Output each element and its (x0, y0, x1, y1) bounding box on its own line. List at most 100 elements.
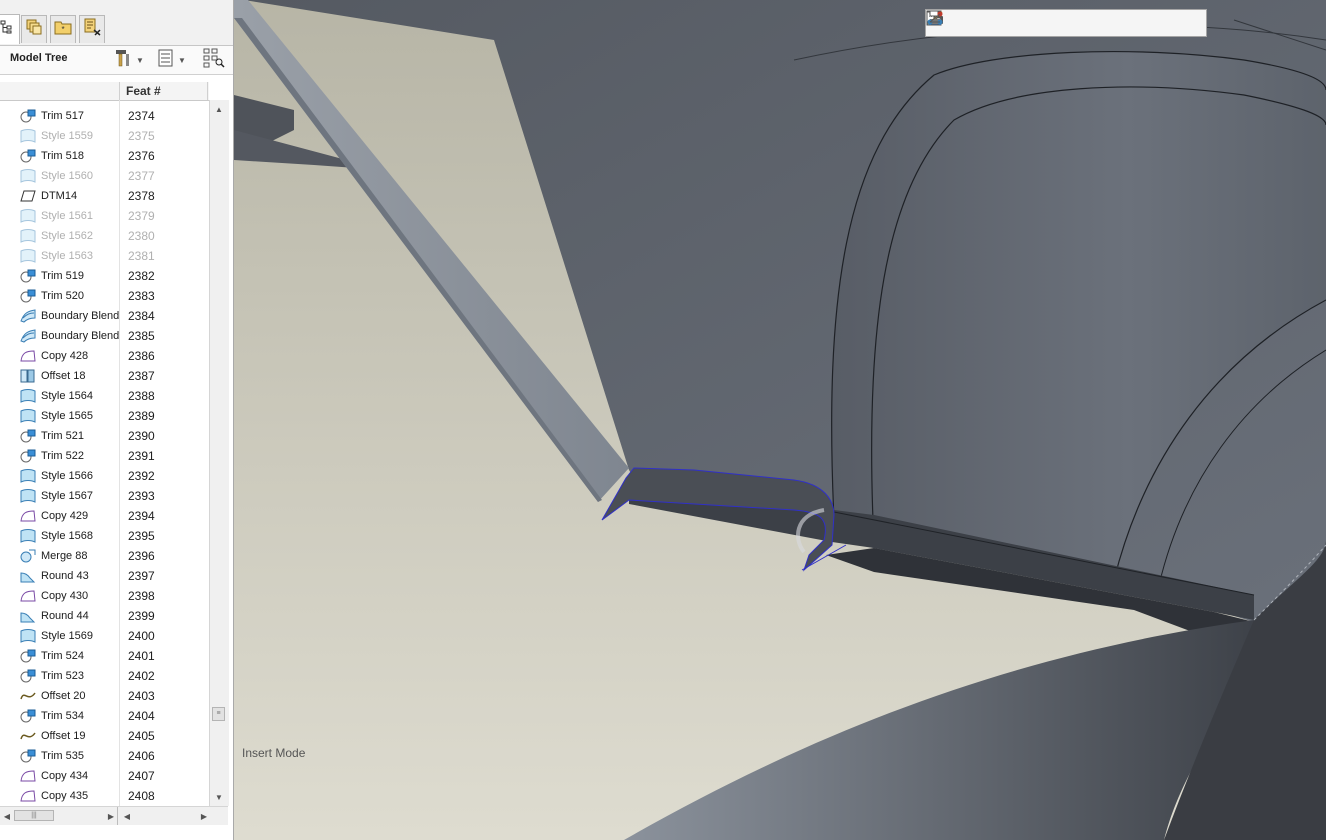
tree-row[interactable]: Trim 534 2404 (0, 706, 209, 726)
scroll-down-button[interactable]: ▼ (211, 789, 227, 805)
tree-row[interactable]: Style 1559 2375 (0, 126, 209, 146)
vertical-scroll-thumb[interactable]: ≡ (212, 707, 225, 721)
tree-row[interactable]: Style 1564 2388 (0, 386, 209, 406)
feature-name: Style 1561 (41, 210, 93, 222)
tree-row[interactable]: Trim 518 2376 (0, 146, 209, 166)
feature-number: 2383 (128, 289, 155, 303)
show-dropdown-button[interactable]: ▼ (158, 49, 186, 71)
tree-row[interactable]: Trim 519 2382 (0, 266, 209, 286)
offset-surface-icon (20, 369, 36, 383)
feature-number: 2375 (128, 129, 155, 143)
feature-number: 2386 (128, 349, 155, 363)
feature-number: 2374 (128, 109, 155, 123)
scroll-left-button-2[interactable]: ◀ (120, 809, 134, 823)
tree-row[interactable]: Style 1561 2379 (0, 206, 209, 226)
zoom-in-button[interactable] (927, 11, 980, 34)
tree-row[interactable]: Offset 18 2387 (0, 366, 209, 386)
tree-row[interactable]: Trim 517 2374 (0, 106, 209, 126)
model-tree-rows: Trim 517 2374 Style 1559 2375 Trim 518 2376 St… (0, 106, 209, 806)
scroll-left-button[interactable]: ◀ (0, 809, 14, 823)
tree-row[interactable]: Style 1565 2389 (0, 406, 209, 426)
feature-name: DTM14 (41, 190, 78, 202)
feature-number: 2393 (128, 489, 155, 503)
feature-name: Copy 429 (41, 510, 89, 522)
tree-row[interactable]: Style 1562 2380 (0, 226, 209, 246)
tree-row[interactable]: Copy 429 2394 (0, 506, 209, 526)
tab-layers[interactable] (21, 15, 47, 43)
tree-row[interactable]: Merge 88 2396 (0, 546, 209, 566)
tree-row[interactable]: Trim 535 2406 (0, 746, 209, 766)
tree-row[interactable]: Trim 523 2402 (0, 666, 209, 686)
model-surface-view[interactable] (234, 0, 1326, 840)
tab-model-tree[interactable] (0, 14, 20, 44)
round-icon (20, 609, 36, 623)
tree-row[interactable]: Style 1560 2377 (0, 166, 209, 186)
feature-number: 2392 (128, 469, 155, 483)
feature-name: Copy 435 (41, 790, 89, 802)
feature-name: Offset 19 (41, 730, 86, 742)
trim-icon (20, 149, 36, 163)
tree-row[interactable]: Trim 520 2383 (0, 286, 209, 306)
repaint-button[interactable] (926, 10, 1034, 34)
graphics-window[interactable]: x (234, 0, 1326, 840)
feature-name: Style 1565 (41, 410, 93, 422)
tree-row[interactable]: Style 1569 2400 (0, 626, 209, 646)
column-divider (207, 82, 208, 100)
tree-row[interactable]: Boundary Blend 2384 (0, 306, 209, 326)
display-style-button[interactable] (927, 11, 1061, 34)
feature-name: Style 1559 (41, 130, 93, 142)
settings-dropdown-button[interactable]: ▼ (114, 49, 144, 71)
zoom-out-button[interactable] (927, 11, 1007, 34)
list-show-icon (158, 49, 174, 72)
feature-name: Style 1560 (41, 170, 93, 182)
feature-number: 2406 (128, 749, 155, 763)
feature-name: Style 1566 (41, 470, 93, 482)
tree-row[interactable]: Boundary Blend 2385 (0, 326, 209, 346)
tab-favorites[interactable] (79, 15, 105, 43)
name-column-header[interactable] (0, 82, 120, 100)
tree-row[interactable]: Copy 430 2398 (0, 586, 209, 606)
view-manager-button[interactable] (926, 11, 1115, 34)
tree-filter-button[interactable] (203, 48, 225, 71)
feat-number-column-header[interactable]: Feat # (126, 84, 161, 98)
tree-row[interactable]: Round 44 2399 (0, 606, 209, 626)
model-tree-header: Model Tree ▼ ▼ (0, 46, 233, 75)
tree-row[interactable]: Style 1563 2381 (0, 246, 209, 266)
scroll-right-button-2[interactable]: ▶ (197, 809, 211, 823)
tree-row[interactable]: Offset 19 2405 (0, 726, 209, 746)
feature-name: Trim 518 (41, 150, 84, 162)
tree-row[interactable]: Copy 435 2408 (0, 786, 209, 806)
feature-name: Style 1563 (41, 250, 93, 262)
tree-row[interactable]: Style 1568 2395 (0, 526, 209, 546)
feature-number: 2381 (128, 249, 155, 263)
spin-center-button[interactable] (927, 11, 1196, 34)
favorites-icon (82, 18, 102, 41)
feature-number: 2402 (128, 669, 155, 683)
tree-row[interactable]: Offset 20 2403 (0, 686, 209, 706)
tree-row[interactable]: Style 1567 2393 (0, 486, 209, 506)
tree-row[interactable]: Style 1566 2392 (0, 466, 209, 486)
scrollbar-divider (117, 807, 118, 825)
feature-number: 2380 (128, 229, 155, 243)
tree-row[interactable]: Copy 428 2386 (0, 346, 209, 366)
tree-row[interactable]: Trim 522 2391 (0, 446, 209, 466)
saved-views-button[interactable] (927, 11, 1088, 34)
scroll-right-button[interactable]: ▶ (104, 809, 118, 823)
feature-number: 2388 (128, 389, 155, 403)
tree-row[interactable]: Trim 521 2390 (0, 426, 209, 446)
tree-row[interactable]: Copy 434 2407 (0, 766, 209, 786)
annotation-display-button[interactable] (929, 10, 1169, 34)
feature-name: Style 1564 (41, 390, 93, 402)
feature-number: 2403 (128, 689, 155, 703)
tree-row[interactable]: Round 43 2397 (0, 566, 209, 586)
tree-row[interactable]: Trim 524 2401 (0, 646, 209, 666)
vertical-scrollbar[interactable]: ▲ ≡ ▼ (209, 100, 229, 806)
svg-text:*: * (61, 25, 64, 34)
horizontal-scroll-thumb[interactable]: ||| (14, 810, 54, 821)
datum-display-button[interactable]: x (927, 11, 1142, 34)
horizontal-scrollbar[interactable]: ◀ ||| ▶ ◀ ▶ (0, 806, 228, 825)
scroll-up-button[interactable]: ▲ (211, 101, 227, 117)
feature-name: Style 1569 (41, 630, 93, 642)
tab-folder-browser[interactable]: * (50, 15, 76, 43)
tree-row[interactable]: DTM14 2378 (0, 186, 209, 206)
